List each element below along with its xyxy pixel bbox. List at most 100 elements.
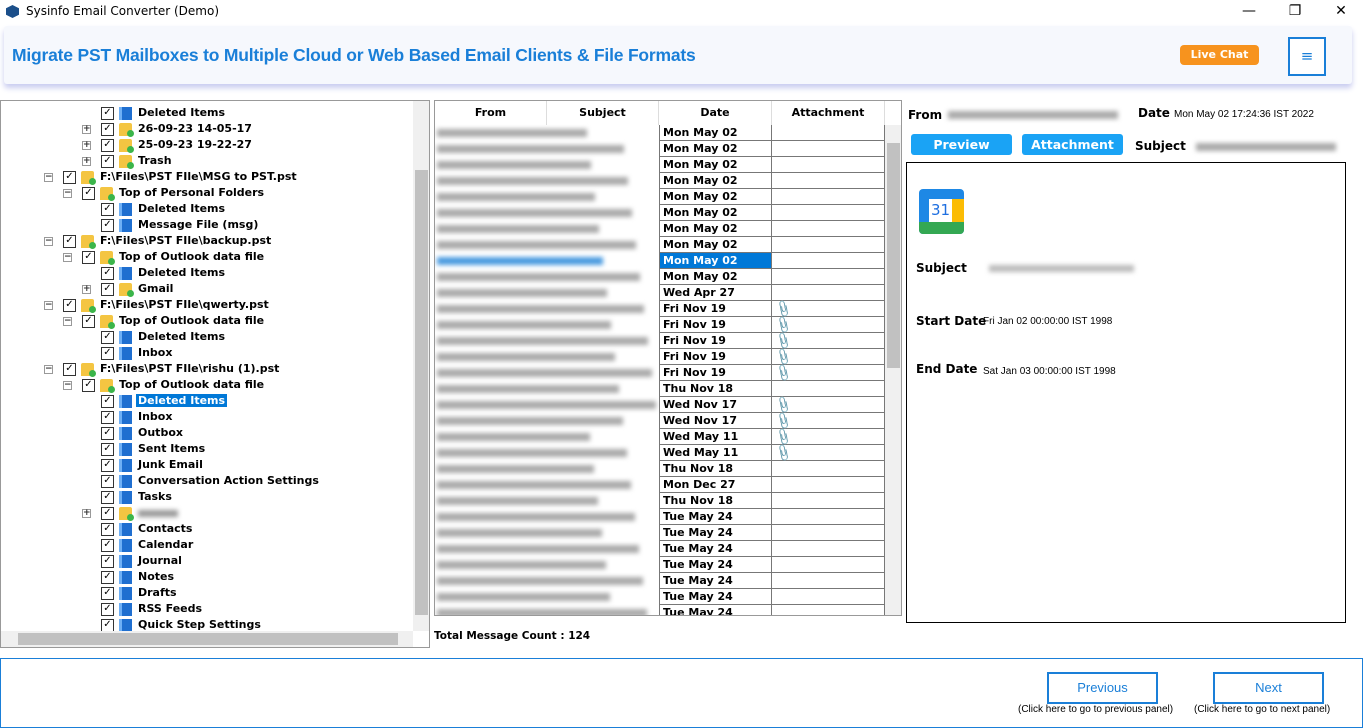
- collapse-icon[interactable]: −: [44, 365, 53, 374]
- tree-checkbox[interactable]: ✓: [101, 523, 114, 536]
- message-row[interactable]: Tue May 24: [435, 541, 885, 557]
- tree-checkbox[interactable]: ✓: [101, 475, 114, 488]
- previous-button[interactable]: Previous: [1047, 672, 1158, 704]
- column-header-subject[interactable]: Subject: [547, 101, 659, 125]
- message-row[interactable]: Fri Nov 19 10:23:00📎: [435, 363, 885, 394]
- message-row[interactable]: Mon Dec 27: [435, 477, 885, 493]
- next-button[interactable]: Next: [1213, 672, 1324, 704]
- expand-icon[interactable]: +: [82, 157, 91, 166]
- column-header-from[interactable]: From: [435, 101, 547, 125]
- tree-checkbox[interactable]: ✓: [101, 411, 114, 424]
- message-row[interactable]: Fri Nov 19 11:20:00📎: [435, 315, 885, 346]
- tree-item[interactable]: ✓ Tasks: [1, 489, 413, 505]
- collapse-icon[interactable]: −: [44, 237, 53, 246]
- message-row[interactable]: Mon May 02: [435, 221, 885, 237]
- tree-item[interactable]: ✓ Deleted Items: [1, 329, 413, 345]
- tree-item[interactable]: − ✓ Top of Outlook data file: [1, 249, 413, 265]
- tree-checkbox[interactable]: ✓: [101, 139, 114, 152]
- tree-item[interactable]: ✓ Conversation Action Settings: [1, 473, 413, 489]
- tree-item[interactable]: ✓ RSS Feeds: [1, 601, 413, 617]
- tree-item[interactable]: + ✓ Trash: [1, 153, 413, 169]
- message-row[interactable]: Thu Nov 18: [435, 381, 885, 397]
- tree-checkbox[interactable]: ✓: [101, 459, 114, 472]
- collapse-icon[interactable]: −: [63, 253, 72, 262]
- tree-item[interactable]: + ✓ 26-09-23 14-05-17: [1, 121, 413, 137]
- tree-item[interactable]: + ✓ 25-09-23 19-22-27: [1, 137, 413, 153]
- tree-item[interactable]: ✓ Deleted Items: [1, 393, 413, 409]
- collapse-icon[interactable]: −: [63, 381, 72, 390]
- tree-item[interactable]: − ✓ Top of Outlook data file: [1, 313, 413, 329]
- live-chat-button[interactable]: Live Chat: [1180, 45, 1259, 65]
- expand-icon[interactable]: +: [82, 285, 91, 294]
- tree-item[interactable]: + ✓ Gmail: [1, 281, 413, 297]
- message-row[interactable]: Mon May 02: [435, 269, 885, 285]
- message-row[interactable]: Wed May 11 📎: [435, 443, 885, 463]
- message-row[interactable]: Fri Nov 19 11:12:00📎: [435, 331, 885, 362]
- tree-checkbox[interactable]: ✓: [101, 107, 114, 120]
- tree-checkbox[interactable]: ✓: [82, 251, 95, 264]
- tree-checkbox[interactable]: ✓: [101, 203, 114, 216]
- tree-checkbox[interactable]: ✓: [101, 123, 114, 136]
- column-header-date[interactable]: Date: [659, 101, 772, 125]
- message-row[interactable]: Fri Nov 19 10:28:00📎: [435, 347, 885, 378]
- tree-item[interactable]: + ✓: [1, 505, 413, 521]
- message-row[interactable]: Thu Nov 18: [435, 493, 885, 509]
- tree-item[interactable]: ✓ Outbox: [1, 425, 413, 441]
- message-row[interactable]: Wed Apr 27: [435, 285, 885, 301]
- expand-icon[interactable]: +: [82, 141, 91, 150]
- tree-item[interactable]: ✓ Junk Email: [1, 457, 413, 473]
- expand-icon[interactable]: +: [82, 125, 91, 134]
- tree-item[interactable]: ✓ Journal: [1, 553, 413, 569]
- tree-checkbox[interactable]: ✓: [101, 539, 114, 552]
- tree-item[interactable]: ✓ Inbox: [1, 409, 413, 425]
- attachment-button[interactable]: Attachment: [1022, 134, 1123, 155]
- tree-checkbox[interactable]: ✓: [101, 155, 114, 168]
- message-row[interactable]: Wed Nov 17 📎: [435, 411, 885, 431]
- tree-scroll-thumb[interactable]: [415, 170, 428, 615]
- tree-item[interactable]: − ✓ F:\Files\PST FIle\rishu (1).pst: [1, 361, 413, 377]
- tree-item[interactable]: ✓ Message File (msg): [1, 217, 413, 233]
- tree-checkbox[interactable]: ✓: [82, 315, 95, 328]
- message-row[interactable]: Mon May 02: [435, 173, 885, 189]
- tree-item[interactable]: ✓ Sent Items: [1, 441, 413, 457]
- menu-button[interactable]: ≡: [1288, 37, 1326, 76]
- tree-item[interactable]: − ✓ F:\Files\PST FIle\qwerty.pst: [1, 297, 413, 313]
- tree-checkbox[interactable]: ✓: [101, 427, 114, 440]
- tree-item[interactable]: − ✓ F:\Files\PST FIle\MSG to PST.pst: [1, 169, 413, 185]
- message-row[interactable]: Mon May 02: [435, 205, 885, 221]
- message-row[interactable]: Wed Nov 17 📎: [435, 395, 885, 415]
- message-row[interactable]: Mon May 02: [435, 125, 885, 141]
- tree-checkbox[interactable]: ✓: [101, 395, 114, 408]
- expand-icon[interactable]: +: [82, 509, 91, 518]
- tree-checkbox[interactable]: ✓: [101, 443, 114, 456]
- message-row[interactable]: Wed May 11 📎: [435, 427, 885, 447]
- collapse-icon[interactable]: −: [63, 189, 72, 198]
- tree-checkbox[interactable]: ✓: [101, 507, 114, 520]
- tree-checkbox[interactable]: ✓: [101, 347, 114, 360]
- message-row[interactable]: Tue May 24: [435, 573, 885, 589]
- tree-checkbox[interactable]: ✓: [82, 187, 95, 200]
- message-row[interactable]: Mon May 02: [435, 141, 885, 157]
- tree-item[interactable]: ✓ Inbox: [1, 345, 413, 361]
- tree-checkbox[interactable]: ✓: [101, 603, 114, 616]
- tree-item[interactable]: − ✓ Top of Personal Folders: [1, 185, 413, 201]
- tree-item[interactable]: ✓ Notes: [1, 569, 413, 585]
- preview-button[interactable]: Preview: [911, 134, 1012, 155]
- tree-item[interactable]: ✓ Deleted Items: [1, 201, 413, 217]
- tree-checkbox[interactable]: ✓: [82, 379, 95, 392]
- collapse-icon[interactable]: −: [44, 173, 53, 182]
- tree-hscroll-thumb[interactable]: [18, 633, 398, 645]
- tree-checkbox[interactable]: ✓: [101, 555, 114, 568]
- message-row[interactable]: Tue May 24: [435, 557, 885, 573]
- tree-checkbox[interactable]: ✓: [101, 283, 114, 296]
- tree-item[interactable]: ✓ Drafts: [1, 585, 413, 601]
- message-row[interactable]: Thu Nov 18: [435, 461, 885, 477]
- tree-checkbox[interactable]: ✓: [63, 363, 76, 376]
- message-row[interactable]: Mon May 02: [435, 237, 885, 253]
- minimize-button[interactable]: —: [1226, 0, 1272, 24]
- maximize-button[interactable]: ❐: [1272, 0, 1318, 24]
- tree-item[interactable]: ✓ Deleted Items: [1, 265, 413, 281]
- tree-checkbox[interactable]: ✓: [101, 587, 114, 600]
- message-row[interactable]: Mon May 02: [435, 157, 885, 173]
- column-header-attachment[interactable]: Attachment: [772, 101, 885, 125]
